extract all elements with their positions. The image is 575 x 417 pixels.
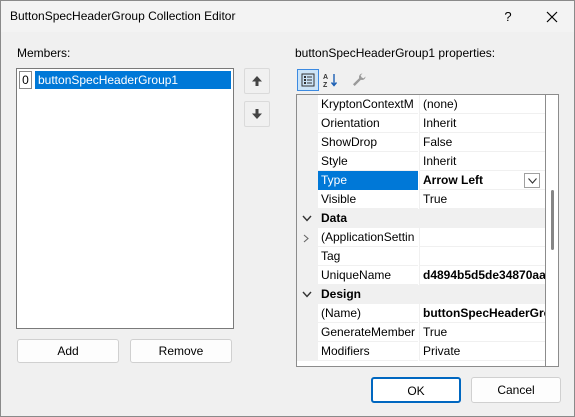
chevron-down-icon[interactable]: [302, 215, 312, 222]
property-row-selected[interactable]: Type Arrow Left: [297, 171, 545, 190]
alphabetical-button[interactable]: A Z: [320, 69, 342, 91]
property-value[interactable]: False: [419, 133, 545, 152]
property-value[interactable]: buttonSpecHeaderGro: [419, 304, 545, 323]
property-value[interactable]: True: [419, 323, 545, 342]
help-button[interactable]: ?: [489, 1, 527, 32]
property-name: Visible: [318, 190, 418, 209]
collection-editor-dialog: ButtonSpecHeaderGroup Collection Editor …: [0, 0, 575, 417]
category-name: Data: [321, 211, 348, 225]
arrow-up-icon: [252, 76, 262, 86]
property-value[interactable]: [419, 228, 545, 247]
dropdown-button[interactable]: [524, 173, 540, 188]
svg-text:A: A: [323, 74, 328, 81]
member-name: buttonSpecHeaderGroup1: [35, 71, 231, 89]
property-row[interactable]: (Name) buttonSpecHeaderGro: [297, 304, 545, 323]
window-title: ButtonSpecHeaderGroup Collection Editor: [10, 9, 236, 23]
property-row[interactable]: KryptonContextM (none): [297, 95, 545, 114]
close-button[interactable]: [531, 1, 573, 32]
property-name: Type: [318, 171, 418, 190]
add-button[interactable]: Add: [17, 339, 119, 363]
property-row[interactable]: Tag: [297, 247, 545, 266]
property-row[interactable]: UniqueName d4894b5d5de34870aa: [297, 266, 545, 285]
title-bar: ButtonSpecHeaderGroup Collection Editor …: [1, 1, 574, 32]
categorized-icon: [301, 73, 315, 87]
property-row[interactable]: Visible True: [297, 190, 545, 209]
arrow-down-icon: [252, 109, 262, 119]
property-grid[interactable]: KryptonContextM (none) Orientation Inher…: [296, 94, 546, 367]
property-value[interactable]: d4894b5d5de34870aa: [419, 266, 545, 285]
property-row[interactable]: ShowDrop False: [297, 133, 545, 152]
members-list[interactable]: 0 buttonSpecHeaderGroup1: [16, 68, 234, 329]
list-item[interactable]: 0 buttonSpecHeaderGroup1: [19, 71, 231, 89]
property-value[interactable]: True: [419, 190, 545, 209]
close-icon: [546, 11, 558, 23]
property-grid-scrollbar[interactable]: [546, 94, 559, 367]
property-value[interactable]: Inherit: [419, 152, 545, 171]
members-label: Members:: [17, 46, 71, 60]
remove-button[interactable]: Remove: [130, 339, 232, 363]
property-name: Tag: [318, 247, 418, 266]
property-row[interactable]: Modifiers Private: [297, 342, 545, 361]
property-value[interactable]: Arrow Left: [419, 171, 545, 190]
property-row[interactable]: Orientation Inherit: [297, 114, 545, 133]
categorized-button[interactable]: [297, 69, 319, 91]
property-value[interactable]: (none): [419, 95, 545, 114]
category-name: Design: [321, 287, 362, 301]
property-value[interactable]: [419, 247, 545, 266]
property-name: KryptonContextM: [318, 95, 418, 114]
property-name: (Name): [318, 304, 418, 323]
move-up-button[interactable]: [244, 68, 270, 94]
chevron-down-icon[interactable]: [302, 291, 312, 298]
member-index: 0: [19, 71, 32, 89]
wrench-icon: [353, 73, 366, 86]
svg-text:Z: Z: [323, 82, 328, 88]
scrollbar-thumb[interactable]: [551, 190, 554, 250]
property-name: GenerateMember: [318, 323, 418, 342]
category-row-design[interactable]: Design: [297, 285, 545, 304]
property-name: Style: [318, 152, 418, 171]
properties-label: buttonSpecHeaderGroup1 properties:: [295, 46, 496, 60]
chevron-down-icon: [528, 178, 537, 184]
sort-alphabetical-icon: A Z: [323, 74, 338, 88]
property-name: ShowDrop: [318, 133, 418, 152]
property-pages-button[interactable]: [348, 69, 370, 91]
property-name: UniqueName: [318, 266, 418, 285]
chevron-right-icon[interactable]: [303, 234, 309, 243]
property-row[interactable]: GenerateMember True: [297, 323, 545, 342]
property-value-text: Arrow Left: [423, 173, 483, 187]
property-value[interactable]: Inherit: [419, 114, 545, 133]
cancel-button[interactable]: Cancel: [471, 377, 561, 403]
property-row[interactable]: (ApplicationSettin: [297, 228, 545, 247]
ok-button[interactable]: OK: [371, 377, 461, 403]
property-name: Orientation: [318, 114, 418, 133]
category-row-data[interactable]: Data: [297, 209, 545, 228]
move-down-button[interactable]: [244, 101, 270, 127]
property-name: Modifiers: [318, 342, 418, 361]
property-name: (ApplicationSettin: [318, 228, 418, 247]
property-value[interactable]: Private: [419, 342, 545, 361]
property-row[interactable]: Style Inherit: [297, 152, 545, 171]
